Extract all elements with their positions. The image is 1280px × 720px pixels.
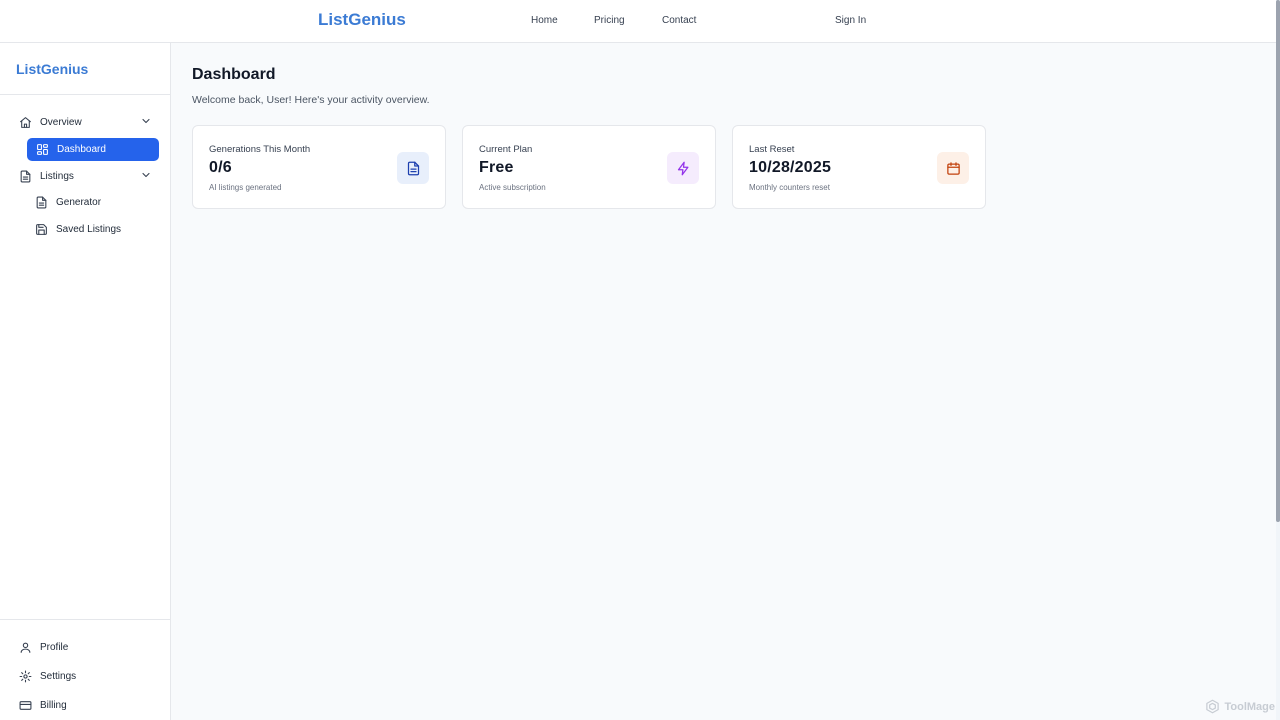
sidebar-section-listings[interactable]: Listings [18, 165, 152, 187]
top-navbar: ListGenius Home Pricing Contact Sign In [0, 0, 1276, 43]
sidebar-item-label: Saved Listings [56, 223, 122, 235]
credit-card-icon [18, 698, 32, 712]
watermark-text: ToolMage [1224, 700, 1275, 713]
sidebar: ListGenius Overview Dashboard Listings G… [0, 43, 171, 720]
sidebar-item-dashboard[interactable]: Dashboard [27, 138, 159, 161]
nav-link-pricing[interactable]: Pricing [594, 15, 625, 26]
nav-link-home[interactable]: Home [531, 15, 558, 26]
card-value: 0/6 [209, 159, 232, 176]
stat-card-last-reset: Last Reset 10/28/2025 Monthly counters r… [732, 125, 986, 209]
dashboard-grid-icon [35, 143, 49, 157]
sidebar-item-label: Profile [40, 641, 69, 653]
home-icon [18, 115, 32, 129]
card-caption: AI listings generated [209, 183, 282, 192]
sidebar-section-overview[interactable]: Overview [18, 111, 152, 133]
card-label: Last Reset [749, 144, 795, 155]
page-subtitle: Welcome back, User! Here's your activity… [192, 94, 430, 106]
sidebar-section-label: Listings [40, 170, 74, 182]
save-icon [34, 222, 48, 236]
main-content: Dashboard Welcome back, User! Here's you… [171, 43, 1276, 720]
hexagon-logo-icon [1206, 699, 1220, 714]
sidebar-divider-bottom [0, 619, 170, 620]
lightning-icon [667, 152, 699, 184]
sidebar-item-profile[interactable]: Profile [18, 636, 152, 658]
watermark: ToolMage [1205, 699, 1275, 714]
sidebar-divider-top [0, 94, 170, 95]
page-title: Dashboard [192, 66, 276, 83]
sidebar-brand[interactable]: ListGenius [16, 61, 88, 77]
sidebar-item-settings[interactable]: Settings [18, 665, 152, 687]
document-icon [18, 169, 32, 183]
user-icon [18, 640, 32, 654]
gear-icon [18, 669, 32, 683]
chevron-down-icon[interactable] [140, 169, 152, 181]
card-label: Current Plan [479, 144, 533, 155]
stat-card-plan: Current Plan Free Active subscription [462, 125, 716, 209]
sidebar-item-saved-listings[interactable]: Saved Listings [34, 218, 158, 240]
scrollbar-thumb[interactable] [1276, 0, 1280, 522]
nav-link-contact[interactable]: Contact [662, 15, 696, 26]
calendar-icon [937, 152, 969, 184]
top-brand-logo[interactable]: ListGenius [318, 10, 406, 30]
sidebar-item-billing[interactable]: Billing [18, 694, 152, 716]
chevron-down-icon[interactable] [140, 115, 152, 127]
sidebar-item-label: Settings [40, 670, 77, 682]
sidebar-item-label: Generator [56, 196, 102, 208]
sidebar-item-generator[interactable]: Generator [34, 191, 158, 213]
card-caption: Active subscription [479, 183, 546, 192]
sidebar-section-label: Overview [40, 116, 82, 128]
sign-in-link[interactable]: Sign In [835, 15, 866, 26]
card-value: 10/28/2025 [749, 159, 832, 176]
sidebar-item-label: Dashboard [57, 144, 106, 155]
sidebar-item-label: Billing [40, 699, 67, 711]
document-icon [397, 152, 429, 184]
stat-card-generations: Generations This Month 0/6 AI listings g… [192, 125, 446, 209]
card-caption: Monthly counters reset [749, 183, 830, 192]
card-label: Generations This Month [209, 144, 311, 155]
page-scrollbar[interactable] [1276, 0, 1280, 720]
card-value: Free [479, 159, 514, 176]
document-icon [34, 195, 48, 209]
